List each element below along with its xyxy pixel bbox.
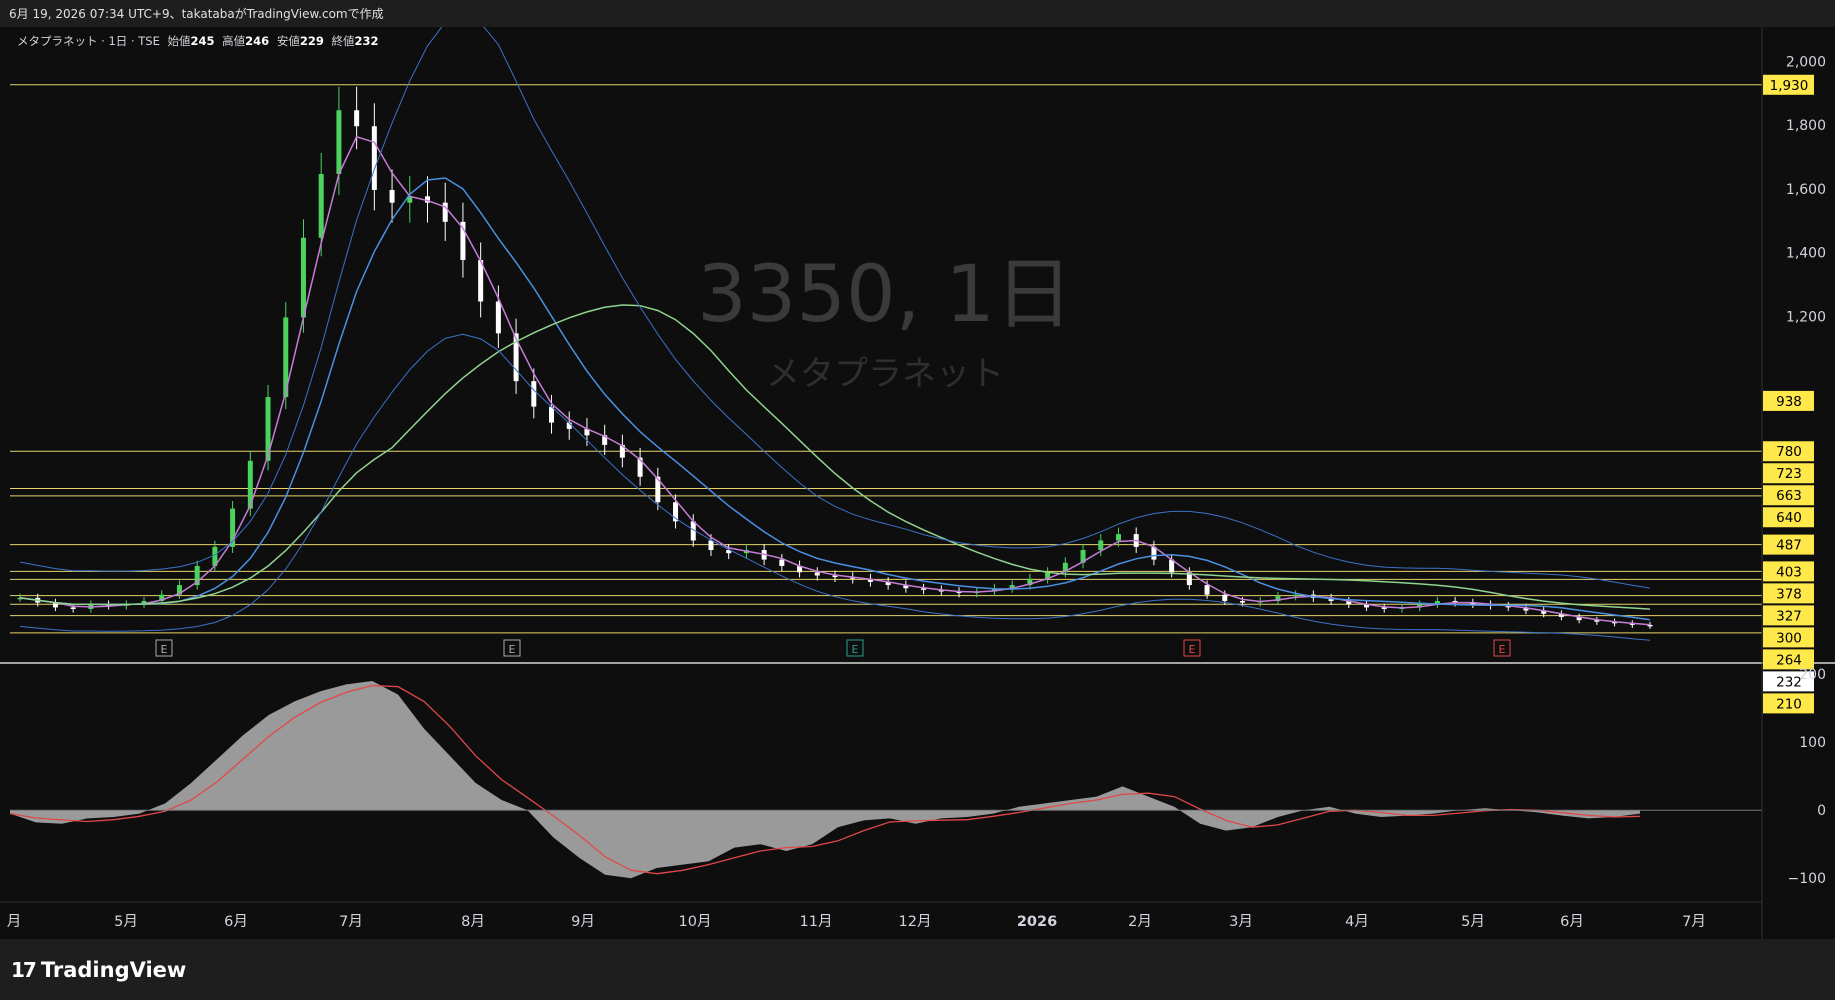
candle-body[interactable] [354,110,360,127]
y-tick-label: 1,600 [1786,182,1826,198]
y-tick-label: 1,200 [1786,309,1826,325]
x-tick-label: 10月 [679,914,712,930]
chart-svg[interactable]: 3350, 1日 メタプラネット E E E E E 月 5月 6月 7月 8月 9月 10月 11月… [0,27,1835,939]
price-tag-label: 487 [1776,538,1802,554]
price-tag-label: 403 [1776,564,1802,580]
earnings-marker-label: E [852,643,859,656]
candle-body[interactable] [708,540,714,551]
y-tick-label: 2,000 [1786,54,1826,70]
candle-body[interactable] [336,110,342,175]
macd-y-tick-label: −100 [1788,871,1826,887]
brand-name: TradingView [40,958,187,982]
chart-caption: 6月 19, 2026 07:34 UTC+9、takatabaがTrading… [0,0,1835,27]
price-tag[interactable]: 938 [1763,390,1814,411]
candle-body[interactable] [1222,594,1228,602]
price-tag[interactable]: 403 [1763,561,1814,582]
price-tag[interactable]: 663 [1763,485,1814,506]
price-tag-label: 378 [1776,586,1802,602]
candle-body[interactable] [495,301,501,334]
price-tag[interactable]: 723 [1763,463,1814,484]
price-tag[interactable]: 487 [1763,534,1814,555]
x-tick-label: 4月 [1345,914,1369,930]
tradingview-logo[interactable]: 17 TradingView [11,958,186,982]
close-label: 終値232 [331,34,379,48]
price-tag[interactable]: 300 [1763,627,1814,648]
candle-body[interactable] [1293,594,1299,597]
x-tick-label: 月 [7,914,22,930]
earnings-marker-label: E [1189,643,1196,656]
earnings-marker-label: E [509,643,516,656]
candle-body[interactable] [779,559,785,566]
price-tag-label: 210 [1776,696,1802,712]
x-tick-label: 5月 [1461,914,1485,930]
price-tag-label: 938 [1776,394,1802,410]
candle-body[interactable] [371,126,377,190]
price-tag-label: 232 [1776,674,1802,690]
open-label: 始値245 [167,34,215,48]
price-tag[interactable]: 378 [1763,583,1814,604]
tradingview-logo-icon: 17 [11,958,37,982]
macd-y-tick-label: 0 [1817,803,1826,819]
candle-body[interactable] [70,607,76,609]
price-tag[interactable]: 210 [1763,693,1814,714]
x-tick-label: 3月 [1229,914,1253,930]
price-tag[interactable]: 780 [1763,441,1814,462]
x-tick-label: 8月 [461,914,485,930]
price-tag-label: 264 [1776,652,1802,668]
x-tick-label: 11月 [800,914,833,930]
price-tag-label: 327 [1776,608,1802,624]
low-label: 安値229 [276,34,324,48]
macd-y-tick-label: 100 [1799,735,1826,751]
y-tick-label: 1,800 [1786,118,1826,134]
candle-body[interactable] [814,572,820,576]
candle-body[interactable] [1098,540,1104,551]
x-tick-label: 2026 [1017,914,1057,930]
x-tick-label: 6月 [1560,914,1584,930]
price-tag[interactable]: 327 [1763,605,1814,626]
candle-body[interactable] [1115,534,1121,541]
candle-body[interactable] [1240,601,1245,603]
candle-body[interactable] [389,189,395,203]
x-tick-label: 12月 [899,914,932,930]
earnings-marker-label: E [161,643,168,656]
candle-body[interactable] [1204,585,1210,595]
symbol-name: メタプラネット · 1日 · TSE [17,34,160,48]
watermark-symbol: 3350, 1日 [697,250,1073,340]
x-tick-label: 9月 [571,914,595,930]
x-tick-label: 6月 [224,914,248,930]
price-tag-label: 663 [1776,488,1802,504]
x-tick-label: 7月 [1682,914,1706,930]
earnings-marker-label: E [1499,643,1506,656]
candle-body[interactable] [300,237,306,318]
macd-y-tick-label: 200 [1799,667,1826,683]
ohlc-legend: メタプラネット · 1日 · TSE 始値245 高値246 安値229 終値2… [17,33,383,49]
price-tag-label: 780 [1776,444,1802,460]
x-tick-label: 7月 [339,914,363,930]
high-label: 高値246 [222,34,270,48]
price-tag-label: 640 [1776,510,1802,526]
candle-body[interactable] [318,174,324,238]
y-tick-label: 1,400 [1786,246,1826,262]
price-tag[interactable]: 640 [1763,507,1814,528]
x-tick-label: 2月 [1128,914,1152,930]
price-tag[interactable]: 1,930 [1763,74,1814,95]
price-tag-label: 1,930 [1770,78,1809,94]
footer [0,939,1835,1000]
price-tag-label: 300 [1776,630,1802,646]
watermark-name: メタプラネット [766,354,1004,394]
chart-frame[interactable]: 3350, 1日 メタプラネット E E E E E 月 5月 6月 7月 8月 9月 10月 11月… [0,27,1835,939]
candle-body[interactable] [531,381,537,407]
price-tag-label: 723 [1776,466,1802,482]
x-tick-label: 5月 [114,914,138,930]
